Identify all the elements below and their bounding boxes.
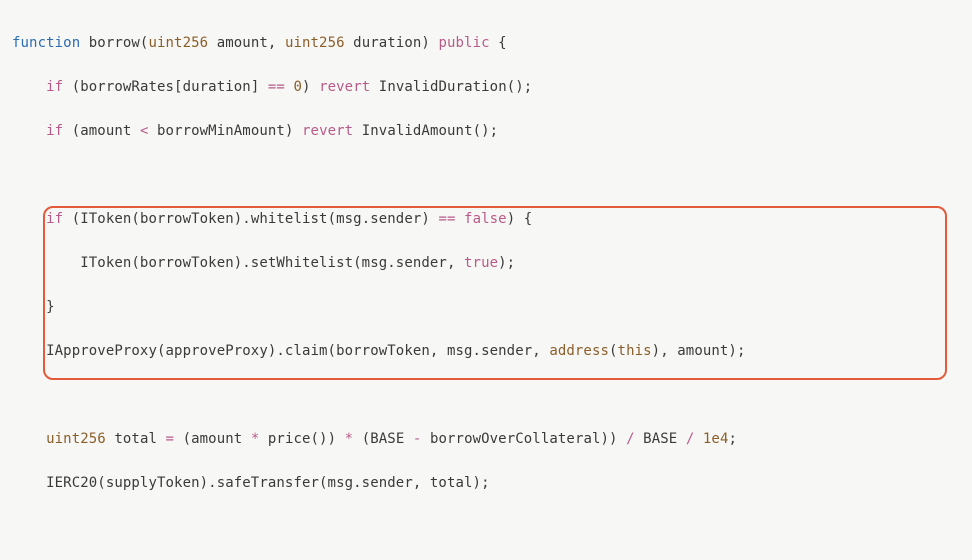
token: IApproveProxy(approveProxy).claim(borrow…	[12, 343, 549, 359]
keyword-if: if	[46, 211, 63, 227]
code-line: uint256 total = (amount * price()) * (BA…	[12, 428, 972, 450]
token: IERC20(supplyToken).safeTransfer(msg.sen…	[12, 475, 490, 491]
keyword-if: if	[46, 123, 63, 139]
token: InvalidAmount();	[353, 123, 498, 139]
token	[694, 431, 703, 447]
blank-line	[12, 516, 972, 538]
type: uint256	[285, 35, 345, 51]
indent	[12, 79, 46, 95]
token: ) {	[507, 211, 533, 227]
token: (borrowRates[duration]	[63, 79, 268, 95]
token: price())	[259, 431, 344, 447]
code-block: function borrow(uint256 amount, uint256 …	[0, 0, 972, 560]
token: (amount	[174, 431, 251, 447]
token: BASE	[635, 431, 686, 447]
operator: ==	[438, 211, 455, 227]
token: duration)	[345, 35, 439, 51]
token: (	[609, 343, 618, 359]
code-line: }	[12, 296, 972, 318]
token: {	[490, 35, 507, 51]
token: )	[302, 79, 319, 95]
token: borrowOverCollateral))	[421, 431, 626, 447]
keyword-public: public	[438, 35, 489, 51]
keyword-revert: revert	[302, 123, 353, 139]
keyword-if: if	[46, 79, 63, 95]
code-line: IApproveProxy(approveProxy).claim(borrow…	[12, 340, 972, 362]
operator: *	[345, 431, 354, 447]
type: uint256	[148, 35, 208, 51]
token: borrow(	[80, 35, 148, 51]
token: (BASE	[353, 431, 413, 447]
token: (amount	[63, 123, 140, 139]
blank-line	[12, 164, 972, 186]
type-address: address	[549, 343, 609, 359]
bool-false: false	[464, 211, 507, 227]
code-line: function borrow(uint256 amount, uint256 …	[12, 32, 972, 54]
keyword-revert: revert	[319, 79, 370, 95]
token: IToken(borrowToken).setWhitelist(msg.sen…	[12, 255, 464, 271]
operator: =	[166, 431, 175, 447]
code-line: if (IToken(borrowToken).whitelist(msg.se…	[12, 208, 972, 230]
token: total	[106, 431, 166, 447]
token: amount,	[208, 35, 285, 51]
code-line: if (amount < borrowMinAmount) revert Inv…	[12, 120, 972, 142]
keyword-function: function	[12, 35, 80, 51]
token: borrowMinAmount)	[148, 123, 302, 139]
blank-line	[12, 384, 972, 406]
bool-true: true	[464, 255, 498, 271]
indent	[12, 431, 46, 447]
token	[456, 211, 465, 227]
indent	[12, 123, 46, 139]
code-line: IToken(borrowToken).setWhitelist(msg.sen…	[12, 252, 972, 274]
code-line: IERC20(supplyToken).safeTransfer(msg.sen…	[12, 472, 972, 494]
token: }	[12, 299, 55, 315]
indent	[12, 211, 46, 227]
token: InvalidDuration();	[370, 79, 532, 95]
token: );	[498, 255, 515, 271]
type: uint256	[46, 431, 106, 447]
code-line: if (borrowRates[duration] == 0) revert I…	[12, 76, 972, 98]
token: (IToken(borrowToken).whitelist(msg.sende…	[63, 211, 438, 227]
number: 0	[293, 79, 302, 95]
token: ), amount);	[652, 343, 746, 359]
operator: ==	[268, 79, 285, 95]
operator: /	[626, 431, 635, 447]
number: 1e4	[703, 431, 729, 447]
keyword-this: this	[618, 343, 652, 359]
token: ;	[729, 431, 738, 447]
